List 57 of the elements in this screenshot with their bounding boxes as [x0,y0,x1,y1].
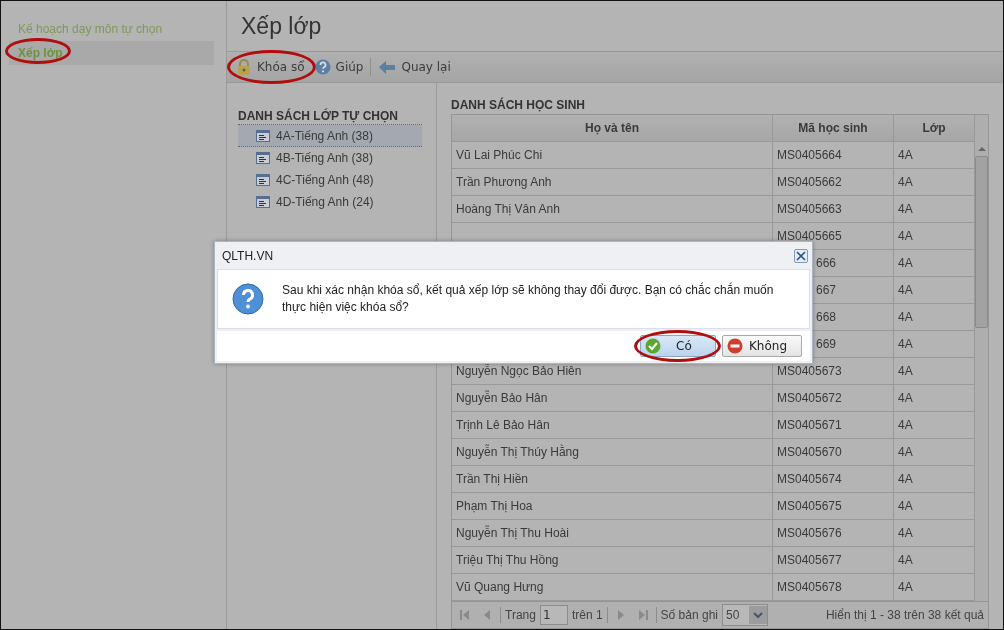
scrollbar-thumb[interactable] [975,156,988,328]
table-cell: MS0405662 [773,169,894,195]
column-header[interactable]: Họ và tên [452,115,773,141]
minus-circle-icon [726,338,743,354]
table-cell: Trịnh Lê Bảo Hân [452,412,773,438]
table-heading: DANH SÁCH HỌC SINH [451,98,586,112]
page-title: Xếp lớp [240,11,323,41]
list-icon [256,151,270,164]
page-input[interactable]: 1 [539,605,568,625]
table-cell: Hoàng Thị Vân Anh [452,196,773,222]
column-header[interactable]: Mã học sinh [773,115,894,141]
class-list-item[interactable]: 4A-Tiếng Anh (38) [238,125,422,147]
class-list-item[interactable]: 4D-Tiếng Anh (24) [238,191,422,213]
check-icon [644,338,661,354]
page-size-dropdown[interactable]: 50 [722,604,769,626]
table-cell: MS0405677 [773,547,894,573]
first-page-icon [458,608,472,622]
record-summary: Hiển thị 1 - 38 trên 38 kết quả [825,608,984,622]
caret-icon [749,606,768,624]
table-cell: Trần Thị Hiền [452,466,773,492]
help-icon [314,59,331,75]
table-cell: Vũ Quang Hưng [452,574,773,600]
close-icon [795,249,807,262]
back-button[interactable]: Quay lại [373,55,456,79]
table-cell: Phạm Thị Hoa [452,493,773,519]
no-button[interactable]: Không [721,335,802,357]
class-list-item[interactable]: 4C-Tiếng Anh (48) [238,169,422,191]
table-cell: MS0405671 [773,412,894,438]
arrow-left-icon [378,59,397,75]
list-icon [256,173,270,186]
class-list-item[interactable]: 4B-Tiếng Anh (38) [238,147,422,169]
table-cell: MS0405664 [773,142,894,168]
list-icon [256,129,270,142]
table-cell: Nguyễn Thị Thu Hoài [452,520,773,546]
table-cell: MS0405676 [773,520,894,546]
page-label: Trang [505,608,536,622]
page-count: trên 1 [571,608,603,622]
question-icon [232,283,264,315]
table-cell: MS0405672 [773,385,894,411]
table-cell: Nguyễn Bảo Hân [452,385,773,411]
close-button[interactable] [794,248,808,263]
table-cell: Vũ Lai Phúc Chi [452,142,773,168]
dialog-title: QLTH.VN [222,248,274,263]
scroll-up-icon [976,145,987,153]
help-button[interactable]: Giúp [309,55,369,79]
table-cell: MS0405678 [773,574,894,600]
table-cell: Trần Phương Anh [452,169,773,195]
table-cell: MS0405670 [773,439,894,465]
table-cell: Triệu Thị Thu Hồng [452,547,773,573]
lock-icon [236,58,252,76]
list-icon [256,195,270,208]
dialog-message: Sau khi xác nhận khóa sổ, kết quả xếp lớp sẽ không thay đổi được. Bạn có chắc chắn muốn thực hiện việc khóa sổ? [282,282,775,316]
table-cell: Nguyễn Thị Thúy Hằng [452,439,773,465]
page-size-label: Số bản ghi [660,608,718,622]
table-cell: MS0405674 [773,466,894,492]
table-cell: MS0405675 [773,493,894,519]
table-cell: MS0405663 [773,196,894,222]
